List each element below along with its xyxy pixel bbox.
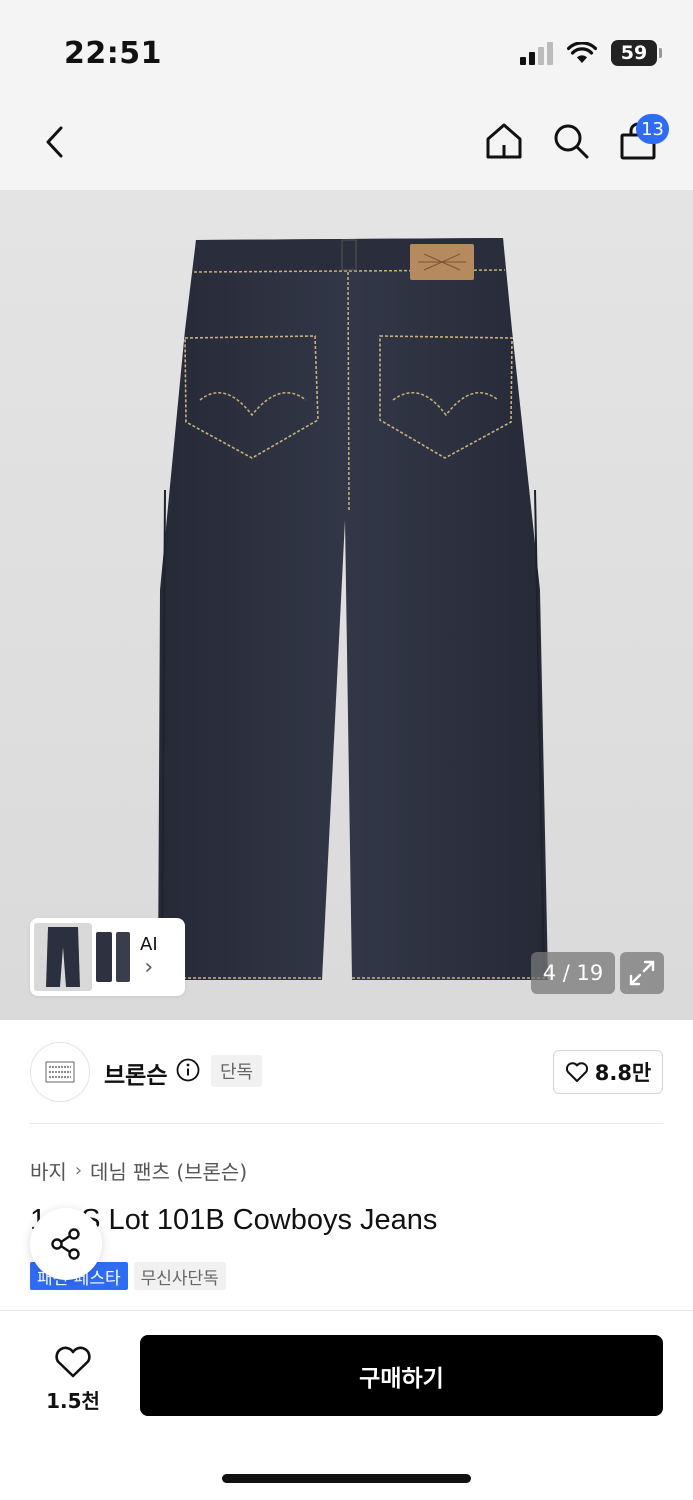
brand-like-button[interactable]: 8.8만: [553, 1050, 663, 1094]
cart-button[interactable]: 13: [617, 114, 669, 162]
battery-icon: 59: [611, 40, 662, 66]
status-time: 22:51: [64, 36, 162, 71]
home-indicator[interactable]: [222, 1474, 471, 1483]
ai-label: AI ›: [140, 934, 158, 980]
image-counter: 4 / 19: [531, 952, 615, 994]
top-nav: 13: [0, 100, 693, 190]
breadcrumb: 바지 › 데님 팬츠 (브론슨): [30, 1156, 247, 1185]
back-button[interactable]: [34, 122, 74, 162]
share-icon: [51, 1228, 80, 1260]
cellular-signal-icon: [520, 41, 553, 65]
thumbnail-side-view: [96, 932, 112, 982]
product-photo-jeans: [158, 238, 548, 980]
exclusive-tag: 단독: [211, 1055, 263, 1087]
info-icon[interactable]: [176, 1058, 200, 1082]
share-button[interactable]: [30, 1208, 102, 1280]
status-icons: 59: [520, 40, 662, 66]
expand-icon: [629, 960, 655, 986]
brand-logo[interactable]: [30, 1042, 90, 1102]
brand-like-count: 8.8만: [594, 1061, 652, 1085]
bottom-purchase-bar: 1.5천 구매하기: [0, 1310, 693, 1500]
status-bar: 22:51 59: [0, 0, 693, 100]
product-image-gallery[interactable]: AI › 4 / 19: [0, 190, 693, 1020]
tag-musinsa-exclusive: 무신사단독: [133, 1262, 226, 1290]
wifi-icon: [567, 42, 597, 63]
search-icon: [554, 124, 589, 159]
chevron-right-icon: ›: [74, 1160, 83, 1181]
thumbnail-side-view-2: [116, 932, 130, 982]
brand-row: 브론슨 단독 8.8만: [30, 1020, 663, 1124]
brand-name[interactable]: 브론슨: [104, 1056, 167, 1090]
home-icon: [486, 123, 522, 159]
heart-icon: [565, 1062, 588, 1082]
breadcrumb-subcategory[interactable]: 데님 팬츠 (브론슨): [90, 1156, 247, 1185]
search-button[interactable]: [550, 120, 592, 162]
cart-count-badge: 13: [636, 114, 669, 144]
expand-image-button[interactable]: [620, 952, 664, 994]
heart-icon: [55, 1346, 91, 1377]
ai-thumbnail-card[interactable]: AI ›: [30, 918, 185, 996]
breadcrumb-category[interactable]: 바지: [30, 1156, 67, 1185]
home-button[interactable]: [483, 120, 525, 162]
brand-logo-mark: [45, 1061, 75, 1083]
wishlist-button[interactable]: 1.5천: [30, 1339, 116, 1419]
thumbnail-image: [34, 923, 92, 991]
wishlist-count: 1.5천: [46, 1388, 100, 1413]
ai-text: AI: [140, 934, 158, 955]
chevron-left-icon: [46, 126, 63, 158]
buy-button[interactable]: 구매하기: [140, 1335, 663, 1416]
chevron-right-icon: ›: [144, 955, 154, 980]
